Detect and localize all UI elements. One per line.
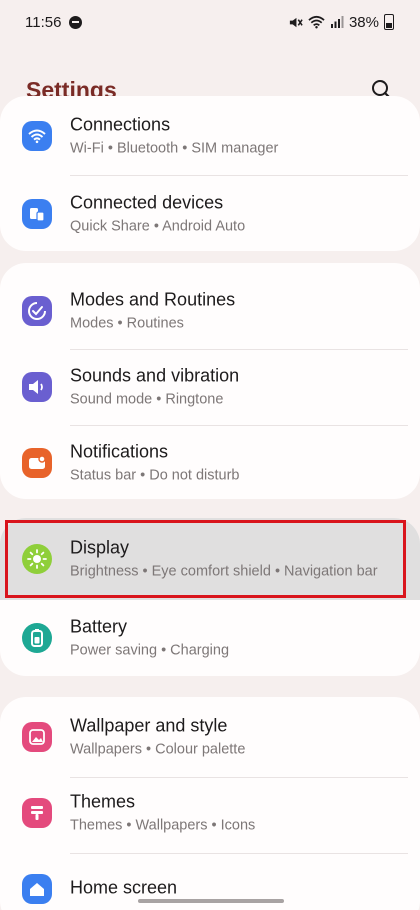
settings-item-connected-devices[interactable]: Connected devices Quick Share • Android … bbox=[0, 176, 420, 251]
status-time: 11:56 bbox=[25, 13, 62, 31]
settings-item-subtitle: Sound mode • Ringtone bbox=[70, 391, 224, 408]
wifi-icon bbox=[28, 129, 46, 144]
settings-item-subtitle: Quick Share • Android Auto bbox=[70, 218, 246, 235]
settings-group-personalization: Wallpaper and style Wallpapers • Colour … bbox=[0, 697, 420, 910]
settings-item-text: Sounds and vibration Sound mode • Ringto… bbox=[70, 365, 408, 410]
notification-icon bbox=[29, 455, 46, 469]
battery-icon-bg bbox=[22, 623, 52, 653]
home-icon bbox=[30, 883, 44, 896]
status-bar: 11:56 38% bbox=[0, 0, 420, 44]
signal-icon bbox=[330, 16, 344, 28]
navigation-gesture-bar[interactable] bbox=[138, 899, 284, 903]
themes-icon bbox=[31, 806, 43, 820]
settings-group-modes: Modes and Routines Modes • Routines Soun… bbox=[0, 263, 420, 499]
settings-item-subtitle: Themes • Wallpapers • Icons bbox=[70, 817, 256, 834]
connections-icon-bg bbox=[22, 121, 52, 151]
settings-item-text: Modes and Routines Modes • Routines bbox=[70, 289, 408, 334]
settings-item-title: Display bbox=[70, 537, 130, 558]
settings-item-subtitle: Wallpapers • Colour palette bbox=[70, 741, 246, 758]
settings-item-connections[interactable]: Connections Wi-Fi • Bluetooth • SIM mana… bbox=[0, 98, 420, 174]
check-circle-icon bbox=[28, 302, 46, 320]
settings-item-subtitle: Wi-Fi • Bluetooth • SIM manager bbox=[70, 140, 279, 157]
settings-item-battery[interactable]: Battery Power saving • Charging bbox=[0, 600, 420, 676]
wifi-status-icon bbox=[308, 15, 325, 29]
wallpaper-icon bbox=[29, 729, 45, 745]
settings-item-wallpaper-and-style[interactable]: Wallpaper and style Wallpapers • Colour … bbox=[0, 699, 420, 775]
settings-item-display[interactable]: Display Brightness • Eye comfort shield … bbox=[0, 518, 420, 600]
sounds-icon-bg bbox=[22, 372, 52, 402]
battery-percent: 38% bbox=[348, 13, 379, 31]
devices-icon bbox=[30, 208, 45, 222]
settings-item-text: Connected devices Quick Share • Android … bbox=[70, 192, 408, 237]
notifications-icon-bg bbox=[22, 448, 52, 478]
brightness-icon bbox=[27, 549, 47, 569]
settings-item-title: Home screen bbox=[70, 877, 178, 898]
settings-item-text: Wallpaper and style Wallpapers • Colour … bbox=[70, 715, 408, 760]
settings-item-text: Themes Themes • Wallpapers • Icons bbox=[70, 791, 408, 836]
themes-icon-bg bbox=[22, 798, 52, 828]
settings-item-title: Connected devices bbox=[70, 192, 224, 213]
settings-item-subtitle: Power saving • Charging bbox=[70, 642, 230, 659]
settings-item-title: Modes and Routines bbox=[70, 289, 236, 310]
settings-item-themes[interactable]: Themes Themes • Wallpapers • Icons bbox=[0, 775, 420, 851]
mute-icon bbox=[289, 17, 303, 27]
status-left: 11:56 bbox=[25, 13, 83, 31]
settings-item-modes-and-routines[interactable]: Modes and Routines Modes • Routines bbox=[0, 273, 420, 349]
settings-item-text: Battery Power saving • Charging bbox=[70, 616, 408, 661]
speaker-icon bbox=[29, 380, 43, 394]
settings-item-text: Home screen bbox=[70, 877, 408, 902]
settings-item-text: Display Brightness • Eye comfort shield … bbox=[70, 537, 408, 582]
settings-item-title: Notifications bbox=[70, 441, 169, 462]
connected-devices-icon-bg bbox=[22, 199, 52, 229]
do-not-disturb-icon bbox=[69, 15, 83, 29]
home-icon-bg bbox=[22, 874, 52, 904]
modes-icon-bg bbox=[22, 296, 52, 326]
settings-item-title: Battery bbox=[70, 616, 128, 637]
settings-item-title: Sounds and vibration bbox=[70, 365, 240, 386]
battery-icon bbox=[31, 629, 43, 647]
settings-group-connectivity: Connections Wi-Fi • Bluetooth • SIM mana… bbox=[0, 96, 420, 251]
settings-item-notifications[interactable]: Notifications Status bar • Do not distur… bbox=[0, 425, 420, 499]
settings-group-display: Display Brightness • Eye comfort shield … bbox=[0, 518, 420, 676]
wallpaper-icon-bg bbox=[22, 722, 52, 752]
settings-item-subtitle: Modes • Routines bbox=[70, 315, 184, 332]
battery-status-icon bbox=[384, 14, 394, 30]
settings-item-subtitle: Status bar • Do not disturb bbox=[70, 467, 240, 484]
settings-item-title: Wallpaper and style bbox=[70, 715, 228, 736]
settings-item-subtitle: Brightness • Eye comfort shield • Naviga… bbox=[70, 563, 378, 580]
settings-item-text: Connections Wi-Fi • Bluetooth • SIM mana… bbox=[70, 114, 408, 159]
settings-item-title: Themes bbox=[70, 791, 136, 812]
display-icon-bg bbox=[22, 544, 52, 574]
status-right: 38% bbox=[288, 14, 394, 31]
settings-item-text: Notifications Status bar • Do not distur… bbox=[70, 441, 408, 486]
settings-item-sounds-and-vibration[interactable]: Sounds and vibration Sound mode • Ringto… bbox=[0, 349, 420, 425]
settings-item-title: Connections bbox=[70, 114, 171, 135]
